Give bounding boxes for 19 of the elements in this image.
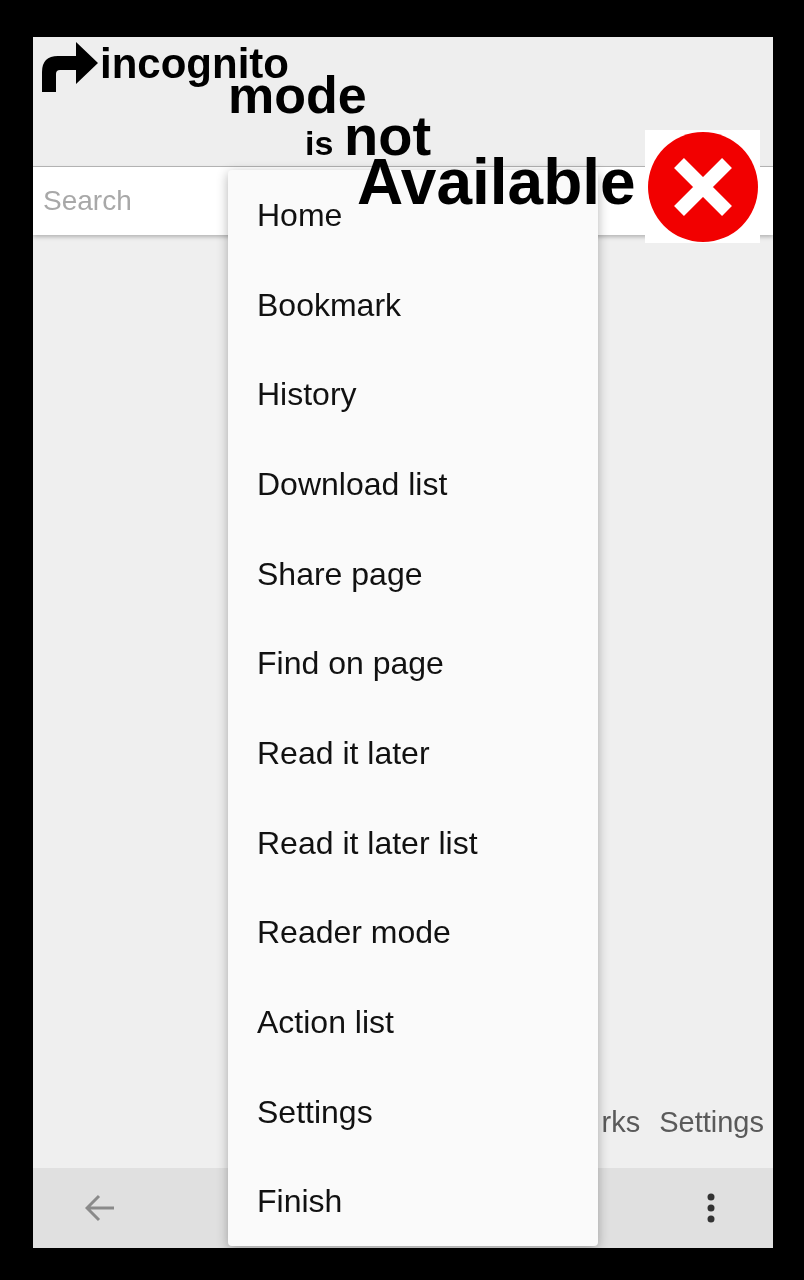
more-menu-icon[interactable] — [706, 1193, 716, 1223]
menu-item[interactable]: Read it later list — [257, 823, 478, 862]
menu-item[interactable]: Find on page — [257, 644, 444, 683]
search-field[interactable]: Search — [33, 167, 223, 235]
menu-item[interactable]: Read it later — [257, 733, 430, 772]
menu-item[interactable]: Finish — [257, 1182, 343, 1221]
menu-item[interactable]: History — [257, 375, 357, 414]
tab-link[interactable]: Settings — [659, 1104, 764, 1140]
annotation-text: is — [305, 126, 334, 160]
menu-item[interactable]: Settings — [257, 1092, 373, 1131]
menu-item[interactable]: Bookmark — [257, 285, 402, 324]
back-arrow-icon[interactable] — [85, 1194, 115, 1222]
menu-item[interactable]: Home — [257, 195, 343, 234]
tab-link[interactable]: rks — [601, 1104, 641, 1140]
menu-item[interactable]: Download list — [257, 464, 448, 503]
menu-item[interactable]: Action list — [257, 1002, 394, 1041]
menu-item[interactable]: Share page — [257, 554, 423, 593]
menu-item[interactable]: Reader mode — [257, 913, 451, 952]
curved-arrow-icon — [42, 42, 98, 92]
